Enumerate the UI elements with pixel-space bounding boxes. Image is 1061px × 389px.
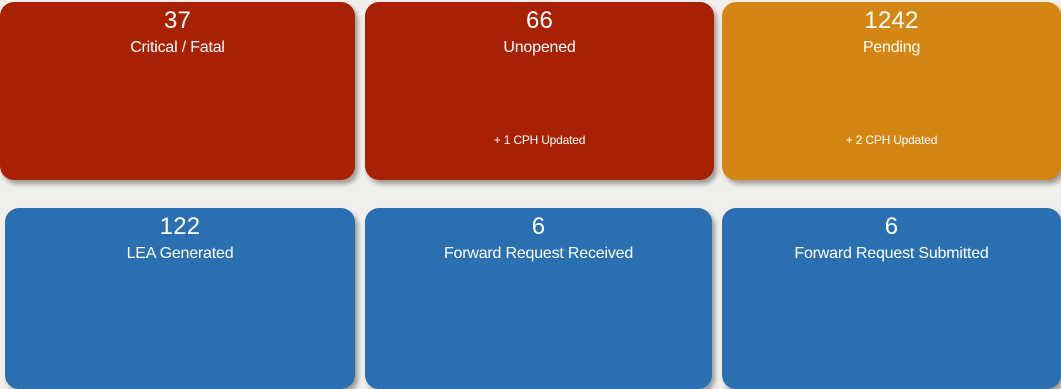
tile-update-note: + 1 CPH Updated xyxy=(493,133,586,147)
tile-count: 37 xyxy=(163,7,192,34)
tile-label: Forward Request Received xyxy=(443,245,634,262)
tile-count: 1242 xyxy=(864,7,919,34)
tile-label: Unopened xyxy=(503,39,576,56)
tile-unopened[interactable]: 66 Unopened + 1 CPH Updated xyxy=(365,2,714,180)
tile-count: 6 xyxy=(531,213,546,240)
tile-label: Forward Request Submitted xyxy=(794,245,989,262)
tile-count: 66 xyxy=(525,7,554,34)
tile-count: 122 xyxy=(159,213,201,240)
tile-label: Pending xyxy=(862,39,921,56)
tile-pending[interactable]: 1242 Pending + 2 CPH Updated xyxy=(722,2,1061,180)
tile-forward-request-received[interactable]: 6 Forward Request Received xyxy=(365,208,712,389)
tile-lea-generated[interactable]: 122 LEA Generated xyxy=(5,208,355,389)
tile-label: Critical / Fatal xyxy=(130,39,225,56)
tile-label: LEA Generated xyxy=(126,245,234,262)
tile-count: 6 xyxy=(884,213,899,240)
tile-forward-request-submitted[interactable]: 6 Forward Request Submitted xyxy=(722,208,1061,389)
tile-critical-fatal[interactable]: 37 Critical / Fatal xyxy=(0,2,355,180)
tile-update-note: + 2 CPH Updated xyxy=(845,133,938,147)
